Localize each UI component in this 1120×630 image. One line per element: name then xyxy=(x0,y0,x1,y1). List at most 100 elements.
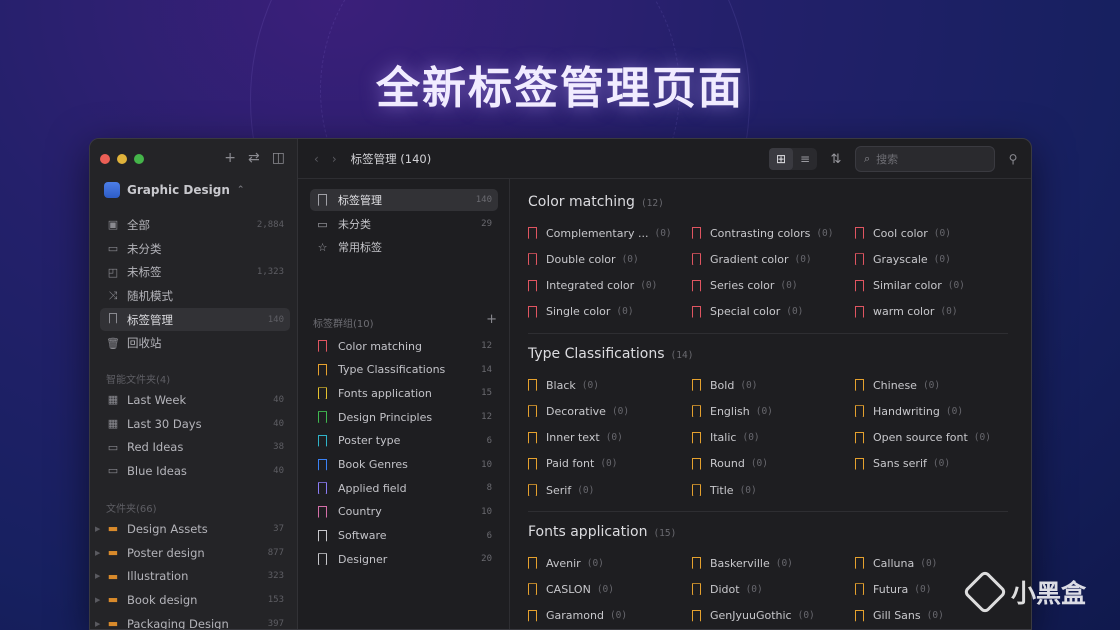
close-window-button[interactable] xyxy=(100,154,110,164)
tag-item[interactable]: Calluna (0) xyxy=(855,553,937,573)
tag-group-item[interactable]: Applied field 8 xyxy=(310,477,498,499)
bookmark-icon xyxy=(692,457,701,470)
tag-group-item[interactable]: Type Classifications 14 xyxy=(310,359,498,381)
list-view-icon[interactable]: ≡ xyxy=(793,148,817,170)
tag-item[interactable]: Gradient color (0) xyxy=(692,249,812,269)
folder-item[interactable]: ▶ ▬ Illustration 323 xyxy=(95,564,290,588)
tag-manager-item[interactable]: 标签管理 140 xyxy=(310,189,498,211)
tag-item[interactable]: Open source font (0) xyxy=(855,428,991,448)
tag-item[interactable]: Baskerville (0) xyxy=(692,553,793,573)
folder-icon: ▬ xyxy=(107,617,119,630)
smart-folder-item[interactable]: ▦ Last 30 Days 40 xyxy=(100,412,290,436)
tag-icon xyxy=(106,312,120,327)
tag-group-item[interactable]: Design Principles 12 xyxy=(310,406,498,428)
bookmark-icon xyxy=(528,431,537,444)
sidebar-item-tag-manager[interactable]: 标签管理 140 xyxy=(100,307,290,332)
folder-item[interactable]: ▶ ▬ Poster design 877 xyxy=(95,541,290,565)
tag-item[interactable]: Series color (0) xyxy=(692,276,798,296)
sidebar-item-trash[interactable]: 🗑︎ 回收站 xyxy=(100,331,290,355)
tag-item[interactable]: Futura (0) xyxy=(855,579,931,599)
smart-folder-item[interactable]: ▭ Red Ideas 38 xyxy=(100,435,290,459)
add-group-icon[interactable]: + xyxy=(486,313,497,330)
tag-group-item[interactable]: Color matching 12 xyxy=(310,335,498,357)
tag-group-item[interactable]: Fonts application 15 xyxy=(310,382,498,404)
tag-groups-panel: 标签管理 140 ▭ 未分类 29 ☆ 常用标签 标签群组(10) + Color ma… xyxy=(298,179,510,629)
tag-item[interactable]: Sans serif (0) xyxy=(855,454,950,474)
library-switcher[interactable]: Graphic Design ⌃ xyxy=(104,182,244,198)
tag-item[interactable]: Single color (0) xyxy=(528,302,634,322)
section-divider xyxy=(528,333,1008,334)
calendar-icon: ▦ xyxy=(107,417,119,431)
tag-group-item[interactable]: Book Genres 10 xyxy=(310,454,498,476)
toolbar-right: ⊞ ≡ ⇅ ⌕ ⚲ xyxy=(769,146,1023,172)
tag-item[interactable]: Gill Sans (0) xyxy=(855,606,944,626)
section-title: Type Classifications (14) xyxy=(528,346,694,362)
tag-item[interactable]: Garamond (0) xyxy=(528,606,627,626)
tag-item[interactable]: Round (0) xyxy=(692,454,768,474)
tag-item[interactable]: CASLON (0) xyxy=(528,579,614,599)
tag-group-item[interactable]: Poster type 6 xyxy=(310,430,498,452)
tag-item[interactable]: Handwriting (0) xyxy=(855,401,963,421)
tag-item[interactable]: Grayscale (0) xyxy=(855,249,951,269)
chevron-right-icon[interactable]: ▶ xyxy=(95,572,100,580)
tag-item[interactable]: warm color (0) xyxy=(855,302,958,322)
tag-item[interactable]: Special color (0) xyxy=(692,302,803,322)
tag-group-item[interactable]: Designer 20 xyxy=(310,548,498,570)
chevron-right-icon[interactable]: ▶ xyxy=(95,620,100,628)
pin-icon[interactable]: ⚲ xyxy=(1003,152,1023,166)
add-icon[interactable]: + xyxy=(224,150,236,166)
tag-item[interactable]: Avenir (0) xyxy=(528,553,604,573)
smart-folder-item[interactable]: ▭ Blue Ideas 40 xyxy=(100,459,290,483)
tag-item[interactable]: Decorative (0) xyxy=(528,401,629,421)
tag-item[interactable]: English (0) xyxy=(692,401,773,421)
tag-group-item[interactable]: Software 6 xyxy=(310,525,498,547)
folder-item[interactable]: ▶ ▬ Design Assets 37 xyxy=(95,517,290,541)
folder-item[interactable]: ▶ ▬ Packaging Design 397 xyxy=(95,612,290,630)
uncategorized-tags-item[interactable]: ▭ 未分类 29 xyxy=(310,213,498,235)
sidebar-item-random[interactable]: ⤨ 随机模式 xyxy=(100,284,290,308)
minimize-window-button[interactable] xyxy=(117,154,127,164)
forward-icon[interactable]: › xyxy=(332,152,337,166)
sidebar-toggle-icon[interactable]: ◫ xyxy=(272,150,285,166)
tag-item[interactable]: Serif (0) xyxy=(528,480,594,500)
tag-item[interactable]: Cool color (0) xyxy=(855,223,951,243)
tag-item[interactable]: Integrated color (0) xyxy=(528,276,657,296)
sort-icon[interactable]: ⇅ xyxy=(825,148,847,170)
sidebar-item-all[interactable]: ▣ 全部 2,884 xyxy=(100,213,290,237)
sidebar-item-uncategorized[interactable]: ▭ 未分类 xyxy=(100,237,290,261)
tag-item[interactable]: Complementary ... (0) xyxy=(528,223,672,243)
shuffle-icon: ⤨ xyxy=(108,288,118,302)
tag-item[interactable]: Contrasting colors (0) xyxy=(692,223,834,243)
back-icon[interactable]: ‹ xyxy=(314,152,319,166)
sidebar-item-untagged[interactable]: ◰ 未标签 1,323 xyxy=(100,260,290,284)
folder-icon: ▬ xyxy=(107,522,119,536)
grid-view-icon[interactable]: ⊞ xyxy=(769,148,793,170)
tag-item[interactable]: Chinese (0) xyxy=(855,375,940,395)
zoom-window-button[interactable] xyxy=(134,154,144,164)
tag-group-item[interactable]: Country 10 xyxy=(310,501,498,523)
app-icon xyxy=(104,182,120,198)
section-title: Fonts application (15) xyxy=(528,524,677,540)
swap-icon[interactable]: ⇄ xyxy=(248,150,260,166)
tag-item[interactable]: Paid font (0) xyxy=(528,454,617,474)
tag-item[interactable]: GenJyuuGothic (0) xyxy=(692,606,815,626)
chevron-right-icon[interactable]: ▶ xyxy=(95,596,100,604)
bookmark-icon xyxy=(528,279,537,292)
chevron-right-icon[interactable]: ▶ xyxy=(95,525,100,533)
tag-item[interactable]: Didot (0) xyxy=(692,579,763,599)
tag-item[interactable]: Bold (0) xyxy=(692,375,758,395)
tag-item[interactable]: Black (0) xyxy=(528,375,599,395)
tag-item[interactable]: Inner text (0) xyxy=(528,428,623,448)
bookmark-icon xyxy=(692,253,701,266)
tag-item[interactable]: Title (0) xyxy=(692,480,757,500)
search-input[interactable] xyxy=(876,152,987,166)
tag-item[interactable]: Italic (0) xyxy=(692,428,760,448)
favorite-tags-item[interactable]: ☆ 常用标签 xyxy=(310,236,498,258)
bookmark-icon xyxy=(316,340,329,353)
chevron-right-icon[interactable]: ▶ xyxy=(95,549,100,557)
calendar-icon: ▦ xyxy=(107,393,119,407)
tag-item[interactable]: Similar color (0) xyxy=(855,276,965,296)
smart-folder-item[interactable]: ▦ Last Week 40 xyxy=(100,388,290,412)
folder-item[interactable]: ▶ ▬ Book design 153 xyxy=(95,588,290,612)
tag-item[interactable]: Double color (0) xyxy=(528,249,639,269)
